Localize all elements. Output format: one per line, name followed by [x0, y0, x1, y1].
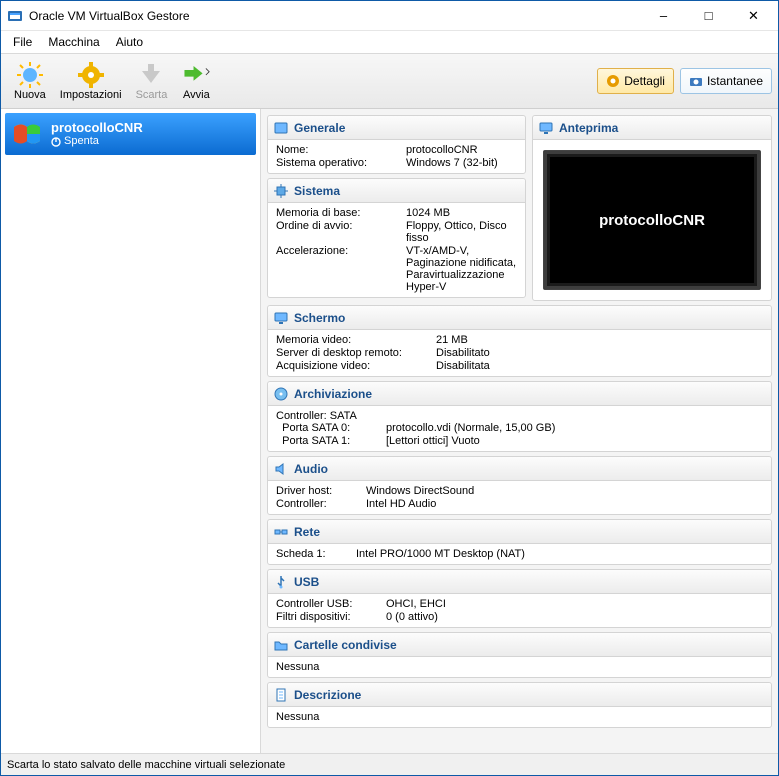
vm-item-protocollocnr[interactable]: protocolloCNR Spenta	[5, 113, 256, 155]
section-usb: USB Controller USB:OHCI, EHCI Filtri dis…	[267, 569, 772, 628]
section-display-header[interactable]: Schermo	[268, 306, 771, 330]
disk-icon	[274, 387, 288, 401]
usb-icon	[274, 575, 288, 589]
status-bar: Scarta lo stato salvato delle macchine v…	[1, 753, 778, 775]
camera-icon	[689, 74, 703, 88]
section-audio-header[interactable]: Audio	[268, 457, 771, 481]
section-general-header[interactable]: Generale	[268, 116, 525, 140]
settings-button[interactable]: Impostazioni	[53, 55, 129, 107]
document-icon	[274, 688, 288, 702]
monitor-icon	[539, 121, 553, 135]
speaker-icon	[274, 462, 288, 476]
network-icon	[274, 525, 288, 539]
section-description: Descrizione Nessuna	[267, 682, 772, 728]
menubar: File Macchina Aiuto	[1, 31, 778, 53]
maximize-button[interactable]: □	[686, 1, 731, 30]
main-area: protocolloCNR Spenta Generale Nome:proto…	[1, 109, 778, 753]
sun-new-icon	[16, 61, 44, 89]
start-arrow-icon	[182, 61, 210, 89]
chip-icon	[274, 184, 288, 198]
minimize-button[interactable]: –	[641, 1, 686, 30]
toolbar-label-start: Avvia	[183, 89, 210, 101]
display-icon	[274, 311, 288, 325]
section-network: Rete Scheda 1:Intel PRO/1000 MT Desktop …	[267, 519, 772, 565]
section-shared-folders: Cartelle condivise Nessuna	[267, 632, 772, 678]
section-audio: Audio Driver host:Windows DirectSound Co…	[267, 456, 772, 515]
discard-button[interactable]: Scarta	[129, 55, 175, 107]
menu-file[interactable]: File	[5, 32, 40, 52]
vm-list: protocolloCNR Spenta	[1, 109, 261, 753]
section-preview-header[interactable]: Anteprima	[533, 116, 771, 140]
details-pane: Generale Nome:protocolloCNR Sistema oper…	[261, 109, 778, 753]
window-title: Oracle VM VirtualBox Gestore	[29, 9, 641, 23]
section-general: Generale Nome:protocolloCNR Sistema oper…	[267, 115, 526, 174]
toolbar: Nuova Impostazioni Scarta Avvia Dettagli…	[1, 53, 778, 109]
section-usb-header[interactable]: USB	[268, 570, 771, 594]
gear-icon	[77, 61, 105, 89]
section-system: Sistema Memoria di base:1024 MB Ordine d…	[267, 178, 526, 298]
menu-machine[interactable]: Macchina	[40, 32, 107, 52]
details-label: Dettagli	[624, 74, 665, 88]
section-storage: Archiviazione Controller: SATA Porta SAT…	[267, 381, 772, 452]
power-off-icon	[51, 137, 61, 147]
section-network-header[interactable]: Rete	[268, 520, 771, 544]
vm-state: Spenta	[51, 135, 143, 148]
toolbar-label-discard: Scarta	[136, 89, 168, 101]
details-icon	[606, 74, 620, 88]
toolbar-label-new: Nuova	[14, 89, 46, 101]
menu-help[interactable]: Aiuto	[108, 32, 151, 52]
details-view-button[interactable]: Dettagli	[597, 68, 674, 94]
section-description-header[interactable]: Descrizione	[268, 683, 771, 707]
close-button[interactable]: ✕	[731, 1, 776, 30]
windows7-os-icon	[11, 118, 43, 150]
general-icon	[274, 121, 288, 135]
new-vm-button[interactable]: Nuova	[7, 55, 53, 107]
start-button[interactable]: Avvia	[174, 55, 218, 107]
titlebar: Oracle VM VirtualBox Gestore – □ ✕	[1, 1, 778, 31]
section-preview: Anteprima protocolloCNR	[532, 115, 772, 301]
vm-name: protocolloCNR	[51, 120, 143, 136]
snapshots-view-button[interactable]: Istantanee	[680, 68, 772, 94]
section-system-header[interactable]: Sistema	[268, 179, 525, 203]
section-storage-header[interactable]: Archiviazione	[268, 382, 771, 406]
toolbar-label-settings: Impostazioni	[60, 89, 122, 101]
section-display: Schermo Memoria video:21 MB Server di de…	[267, 305, 772, 377]
virtualbox-icon	[7, 8, 23, 24]
section-shared-header[interactable]: Cartelle condivise	[268, 633, 771, 657]
status-text: Scarta lo stato salvato delle macchine v…	[7, 759, 285, 771]
preview-thumbnail[interactable]: protocolloCNR	[543, 150, 761, 290]
folder-icon	[274, 638, 288, 652]
down-arrow-icon	[137, 61, 165, 89]
snapshots-label: Istantanee	[707, 74, 763, 88]
